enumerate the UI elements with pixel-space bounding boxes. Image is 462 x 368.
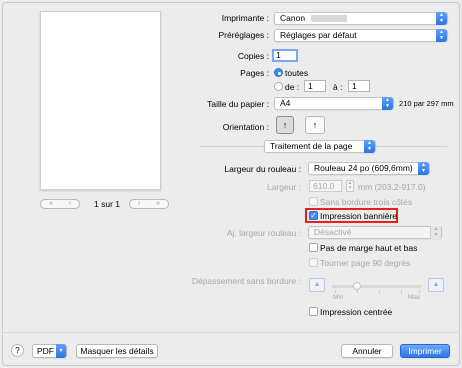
pages-all-radio[interactable] [274,68,283,77]
next-last-page-button[interactable]: › » [129,199,169,209]
landscape-orientation-button[interactable]: ↑ [305,116,325,134]
presets-select[interactable]: Réglages par défaut ▲ ▼ [274,29,448,42]
paper-size-label: Taille du papier : [207,99,269,109]
roll-width-select[interactable]: Rouleau 24 po (609,6mm) ▲ ▼ [308,162,430,175]
width-stepper[interactable]: ▲ ▼ [346,180,354,192]
portrait-icon: ↑ [282,120,288,130]
first-page-icon[interactable]: « [49,200,53,208]
banner-checkbox[interactable]: ✓ [309,211,318,220]
portrait-orientation-button[interactable]: ↑ [276,116,294,134]
presets-value: Réglages par défaut [280,30,357,40]
section-value: Traitement de la page [270,141,353,151]
pages-to-label: à : [333,82,343,92]
printer-select[interactable]: Canon ▲ ▼ [274,12,448,25]
pages-from-field[interactable]: 1 [304,80,326,92]
slider-tick [401,290,402,293]
landscape-icon: ↑ [312,120,318,130]
copies-field[interactable]: 1 [272,49,298,62]
chevron-updown-icon: ▲ ▼ [418,162,429,175]
borderless-three-checkbox[interactable] [309,197,318,206]
overflow-min-label: Min [333,294,344,301]
slider-tick [357,290,358,293]
width-unit: mm (203.2-917.0) [358,182,426,192]
overflow-label: Dépassement sans bordure : [191,276,301,286]
chevron-updown-icon: ▲ ▼ [382,97,393,110]
cancel-button[interactable]: Annuler [341,344,393,358]
first-prev-page-button[interactable]: « ‹ [40,199,80,209]
paper-size-value: A4 [280,98,291,108]
borderless-three-label: Sans bordure trois côtés [320,197,413,207]
page-preview [40,11,161,190]
chevron-down-icon: ▾ [56,344,66,358]
slider-tick [335,290,336,293]
overflow-slider-knob[interactable] [353,282,361,290]
chevron-updown-icon: ▲ ▼ [364,140,375,153]
page-indicator: 1 sur 1 [94,199,120,209]
overflow-max-icon: ▲ [428,278,444,292]
overflow-min-icon: ▲ [309,278,325,292]
width-label: Largeur : [266,182,301,192]
no-margin-label: Pas de marge haut et bas [320,243,418,253]
footer-divider [2,332,460,333]
rotate-checkbox[interactable] [309,258,318,267]
printer-label: Imprimante : [221,13,269,23]
rotate-label: Tourner page 90 degrés [320,258,411,268]
center-checkbox[interactable] [309,307,318,316]
next-page-icon[interactable]: › [138,200,140,208]
section-select[interactable]: Traitement de la page ▲ ▼ [264,140,376,153]
pages-to-field[interactable]: 1 [348,80,370,92]
paper-size-dims: 210 par 297 mm [399,99,454,108]
overflow-max-label: Max [408,294,421,301]
adjust-width-value: Désactivé [314,227,352,237]
center-label: Impression centrée [320,307,393,317]
roll-width-value: Rouleau 24 po (609,6mm) [314,163,413,173]
printer-name-redacted [311,15,348,23]
adjust-width-select[interactable]: Désactivé ▲ ▼ [308,226,442,239]
copies-label: Copies : [237,51,269,61]
pdf-menu-button[interactable]: PDF ▾ [32,344,67,358]
printer-value: Canon [280,13,306,23]
print-button[interactable]: Imprimer [400,344,450,358]
help-button[interactable]: ? [11,344,24,357]
orientation-label: Orientation : [222,122,269,132]
overflow-slider-track[interactable] [332,285,422,288]
pages-all-label: toutes [285,68,309,78]
pages-from-label: de : [285,82,300,92]
chevron-updown-icon: ▲ ▼ [436,29,447,42]
chevron-updown-icon: ▲ ▼ [430,226,441,239]
presets-label: Préréglages : [218,30,269,40]
last-page-icon[interactable]: » [156,200,160,208]
pages-label: Pages : [240,68,269,78]
pages-range-radio[interactable] [274,82,283,91]
banner-label: Impression bannière [320,211,398,221]
paper-size-select[interactable]: A4 ▲ ▼ [274,97,394,110]
hide-details-button[interactable]: Masquer les détails [76,344,158,358]
slider-tick [419,290,420,293]
roll-width-label: Largeur du rouleau : [224,164,301,174]
width-field[interactable]: 610.0 [309,180,342,192]
adjust-width-label: Aj. largeur rouleau : [226,228,301,238]
slider-tick [379,290,380,293]
prev-page-icon[interactable]: ‹ [69,200,71,208]
chevron-updown-icon: ▲ ▼ [436,12,447,25]
pdf-label: PDF [37,346,54,356]
no-margin-checkbox[interactable] [309,243,318,252]
